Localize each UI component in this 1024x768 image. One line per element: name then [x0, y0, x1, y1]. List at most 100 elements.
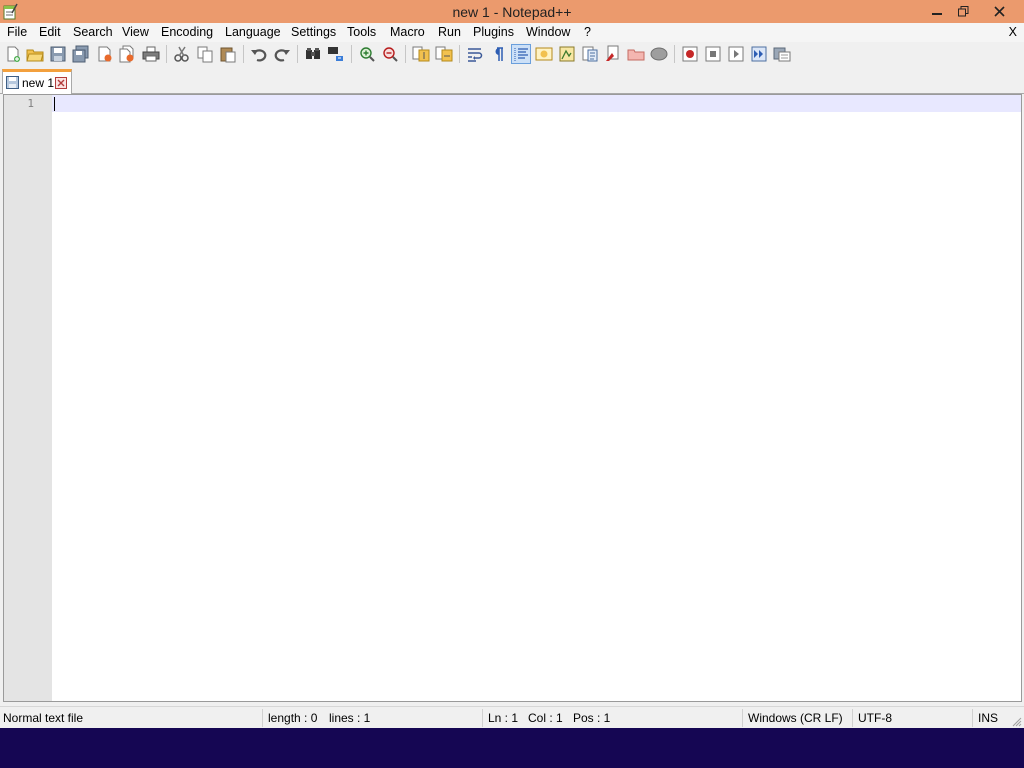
copy-button[interactable] — [196, 45, 214, 63]
menu-plugins[interactable]: Plugins — [473, 25, 514, 39]
folder-workspace-icon — [606, 45, 619, 61]
tab-new-1[interactable]: new 1 — [2, 69, 72, 94]
menu-search[interactable]: Search — [73, 25, 113, 39]
menu-language[interactable]: Language — [225, 25, 281, 39]
function-list-icon — [582, 46, 598, 62]
menu-macro[interactable]: Macro — [390, 25, 425, 39]
close-window-button[interactable] — [976, 1, 1022, 22]
new-file-button[interactable] — [4, 45, 22, 63]
editor-pane[interactable]: 1 — [3, 94, 1022, 702]
new-file-icon — [7, 46, 20, 62]
save-icon — [50, 46, 66, 62]
undo-button[interactable] — [250, 45, 268, 63]
menu-help[interactable]: ? — [584, 25, 591, 39]
print-icon — [142, 46, 160, 62]
toolbar — [0, 42, 1024, 66]
status-encoding[interactable]: UTF-8 — [858, 711, 892, 725]
close-icon — [55, 77, 67, 89]
save-button[interactable] — [49, 45, 67, 63]
find-icon — [306, 48, 320, 59]
status-divider — [742, 709, 743, 727]
zoom-out-button[interactable] — [381, 45, 399, 63]
open-file-icon — [26, 49, 44, 62]
redo-icon — [274, 49, 290, 62]
toolbar-separator — [405, 45, 406, 63]
redo-button[interactable] — [273, 45, 291, 63]
resize-grip-icon[interactable] — [1012, 716, 1022, 727]
find-button[interactable] — [304, 45, 322, 63]
notepadpp-window: new 1 - Notepad++ File Edit Search View … — [0, 0, 1024, 728]
menu-view[interactable]: View — [122, 25, 149, 39]
macro-panel-button[interactable] — [650, 45, 668, 63]
indent-guide-icon — [514, 48, 528, 61]
zoom-in-icon — [360, 47, 375, 62]
document-map-button[interactable] — [558, 45, 576, 63]
toolbar-separator — [459, 45, 460, 63]
menu-file[interactable]: File — [7, 25, 27, 39]
status-divider — [972, 709, 973, 727]
close-document-button[interactable]: X — [1009, 25, 1017, 39]
unsaved-file-icon — [6, 76, 19, 92]
play-macro-icon — [728, 46, 744, 62]
line-number-gutter[interactable]: 1 — [4, 95, 52, 701]
toolbar-separator — [351, 45, 352, 63]
indent-guide-button[interactable] — [511, 44, 531, 64]
window-title: new 1 - Notepad++ — [452, 4, 572, 20]
folder-workspace-button[interactable] — [604, 45, 622, 63]
show-all-chars-button[interactable] — [489, 45, 507, 63]
status-length: length : 0 — [268, 711, 318, 725]
cut-button[interactable] — [173, 45, 191, 63]
zoom-in-button[interactable] — [358, 45, 376, 63]
play-macro-button[interactable] — [727, 45, 745, 63]
record-macro-button[interactable] — [681, 45, 699, 63]
tab-label: new 1 — [22, 76, 55, 90]
status-eol-format[interactable]: Windows (CR LF) — [748, 711, 843, 725]
sync-horizontal-icon — [435, 46, 453, 62]
stop-macro-button[interactable] — [704, 45, 722, 63]
status-position: Pos : 1 — [573, 711, 611, 725]
status-insert-mode[interactable]: INS — [978, 711, 998, 725]
run-macro-multiple-button[interactable] — [750, 45, 768, 63]
restore-icon — [957, 6, 968, 17]
save-macro-button[interactable] — [773, 45, 791, 63]
tab-bar: new 1 — [0, 66, 1024, 94]
sync-vertical-button[interactable] — [412, 45, 430, 63]
status-divider — [262, 709, 263, 727]
show-all-chars-icon — [495, 47, 503, 61]
minimize-button[interactable] — [924, 1, 950, 22]
tab-close-button[interactable] — [55, 77, 67, 92]
menu-encoding[interactable]: Encoding — [161, 25, 213, 39]
close-button[interactable] — [96, 45, 114, 63]
text-caret — [54, 97, 55, 111]
save-all-button[interactable] — [72, 45, 90, 63]
menu-settings[interactable]: Settings — [291, 25, 336, 39]
status-column: Col : 1 — [528, 711, 563, 725]
speech-bubble-icon — [650, 47, 668, 61]
replace-icon — [328, 47, 343, 61]
word-wrap-button[interactable] — [466, 45, 484, 63]
title-bar[interactable]: new 1 - Notepad++ — [0, 0, 1024, 23]
status-file-type: Normal text file — [3, 711, 84, 725]
document-map-icon — [559, 46, 575, 62]
record-macro-icon — [682, 46, 698, 62]
sync-horizontal-button[interactable] — [435, 45, 453, 63]
toolbar-separator — [243, 45, 244, 63]
function-list-button[interactable] — [581, 45, 599, 63]
user-language-button[interactable] — [535, 45, 553, 63]
monitoring-button[interactable] — [627, 45, 645, 63]
open-file-button[interactable] — [26, 45, 44, 63]
menu-run[interactable]: Run — [438, 25, 461, 39]
text-area[interactable] — [52, 95, 1021, 701]
zoom-out-icon — [383, 47, 398, 62]
paste-icon — [220, 47, 236, 63]
menu-window[interactable]: Window — [526, 25, 570, 39]
replace-button[interactable] — [327, 45, 345, 63]
sync-vertical-icon — [412, 46, 430, 62]
print-button[interactable] — [142, 45, 160, 63]
word-wrap-icon — [468, 48, 483, 62]
paste-button[interactable] — [219, 45, 237, 63]
close-all-button[interactable] — [118, 45, 136, 63]
menu-tools[interactable]: Tools — [347, 25, 376, 39]
restore-button[interactable] — [950, 1, 976, 22]
menu-edit[interactable]: Edit — [39, 25, 61, 39]
